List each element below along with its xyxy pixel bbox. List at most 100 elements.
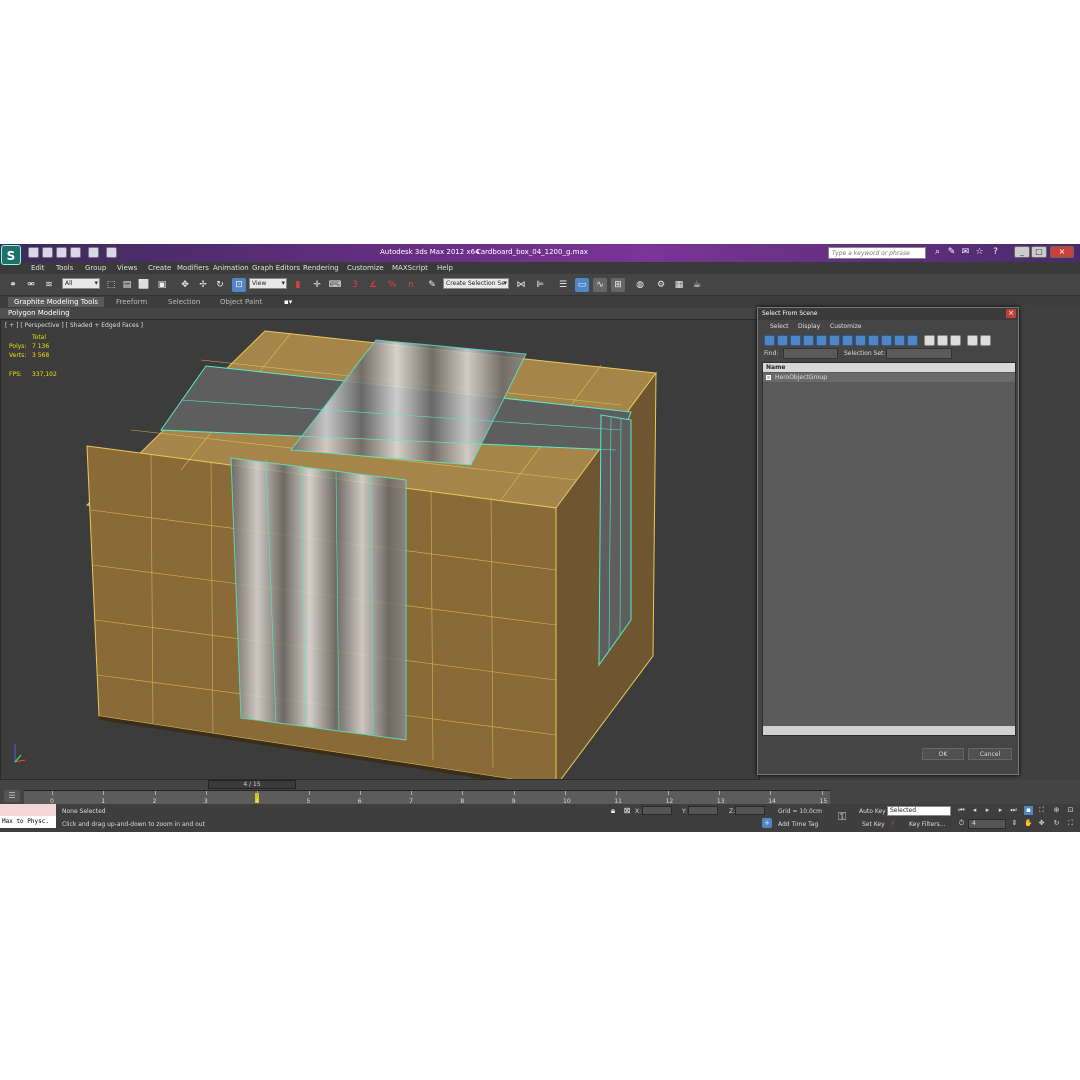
- default-tangent-icon[interactable]: √: [888, 818, 898, 828]
- key-mode-toggle-icon[interactable]: ▪: [1024, 806, 1033, 815]
- ribbon-options-icon[interactable]: ▪▾: [278, 297, 298, 307]
- select-all-icon[interactable]: [924, 335, 935, 346]
- snaps-toggle-icon[interactable]: 3: [348, 278, 362, 292]
- menu-customize[interactable]: Customize: [347, 264, 384, 272]
- menu-views[interactable]: Views: [117, 264, 137, 272]
- curve-editor-icon[interactable]: ∿: [593, 278, 607, 292]
- absolute-mode-icon[interactable]: ⊠: [620, 804, 634, 818]
- new-file-icon[interactable]: [28, 247, 39, 258]
- filter-options-icon[interactable]: [980, 335, 991, 346]
- percent-snap-icon[interactable]: %: [385, 278, 399, 292]
- scene-object-list[interactable]: Name HeroObjectGroup: [762, 362, 1016, 736]
- maxscript-listener-top[interactable]: [0, 804, 56, 816]
- time-slider[interactable]: 4 / 15: [208, 780, 296, 789]
- menu-help[interactable]: Help: [437, 264, 453, 272]
- render-setup-icon[interactable]: ⚙: [654, 278, 668, 292]
- current-frame-field[interactable]: 4: [968, 819, 1006, 829]
- app-logo-icon[interactable]: S: [1, 245, 21, 265]
- select-object-icon[interactable]: ⬚: [104, 278, 118, 292]
- menu-edit[interactable]: Edit: [31, 264, 45, 272]
- mirror-icon[interactable]: ⋈: [514, 278, 528, 292]
- cancel-button[interactable]: Cancel: [968, 748, 1012, 760]
- menu-create[interactable]: Create: [148, 264, 171, 272]
- filter-groups-icon[interactable]: [842, 335, 853, 346]
- filter-xrefs-icon[interactable]: [855, 335, 866, 346]
- viewport-label[interactable]: [ + ] [ Perspective ] [ Shaded + Edged F…: [5, 322, 143, 329]
- unlink-icon[interactable]: ⚮: [24, 278, 38, 292]
- align-icon[interactable]: ⊫: [533, 278, 547, 292]
- orbit-icon[interactable]: ↻: [1052, 819, 1061, 828]
- redo-icon[interactable]: [88, 247, 99, 258]
- open-file-icon[interactable]: [42, 247, 53, 258]
- tab-freeform[interactable]: Freeform: [110, 297, 153, 307]
- set-key-button[interactable]: Set Key: [862, 821, 885, 828]
- undo-icon[interactable]: [70, 247, 81, 258]
- goto-end-icon[interactable]: ⏭: [1009, 806, 1018, 815]
- pan-icon[interactable]: ✋: [1024, 819, 1033, 828]
- selection-region-icon[interactable]: ⬜: [137, 278, 151, 292]
- subscription-icon[interactable]: ✎: [946, 247, 957, 258]
- rendered-frame-icon[interactable]: ▦: [672, 278, 686, 292]
- menu-animation[interactable]: Animation: [213, 264, 249, 272]
- list-item[interactable]: HeroObjectGroup: [763, 373, 1015, 382]
- maximize-viewport-icon[interactable]: ⛶: [1066, 819, 1075, 828]
- y-coordinate-field[interactable]: [688, 806, 718, 815]
- menu-maxscript[interactable]: MAXScript: [392, 264, 428, 272]
- filter-geometry-icon[interactable]: [764, 335, 775, 346]
- graphite-toggle-icon[interactable]: ▭: [575, 278, 589, 292]
- maxscript-mini-listener[interactable]: Max to Physc.: [0, 816, 56, 828]
- render-teapot-icon[interactable]: ☕: [690, 278, 704, 292]
- communication-icon[interactable]: ✉: [960, 247, 971, 258]
- filter-frozen-icon[interactable]: [894, 335, 905, 346]
- dialog-menu-select[interactable]: Select: [770, 323, 789, 330]
- menu-rendering[interactable]: Rendering: [303, 264, 339, 272]
- select-invert-icon[interactable]: [950, 335, 961, 346]
- dialog-close-button[interactable]: ×: [1006, 309, 1016, 318]
- zoom-region-icon[interactable]: ⊕: [1052, 806, 1061, 815]
- spinner-snap-icon[interactable]: n: [404, 278, 418, 292]
- close-button[interactable]: ×: [1050, 246, 1074, 258]
- walkthrough-icon[interactable]: ✥: [1037, 819, 1046, 828]
- select-rotate-icon[interactable]: ↻: [213, 278, 227, 292]
- filter-shapes-icon[interactable]: [777, 335, 788, 346]
- schematic-view-icon[interactable]: ⊞: [611, 278, 625, 292]
- material-editor-icon[interactable]: ◍: [633, 278, 647, 292]
- edit-named-selection-icon[interactable]: ✎: [425, 278, 439, 292]
- timeline-mini-curve-icon[interactable]: ☰: [4, 790, 20, 802]
- named-selection-dropdown[interactable]: Create Selection Se: [443, 278, 509, 289]
- dialog-menu-customize[interactable]: Customize: [830, 323, 862, 330]
- auto-key-button[interactable]: Auto Key: [859, 808, 886, 815]
- add-time-tag[interactable]: Add Time Tag: [778, 821, 818, 828]
- select-by-name-icon[interactable]: ▤: [120, 278, 134, 292]
- reference-coordinate-dropdown[interactable]: View: [249, 278, 287, 289]
- tab-selection[interactable]: Selection: [162, 297, 206, 307]
- menu-group[interactable]: Group: [85, 264, 106, 272]
- selection-set-dropdown[interactable]: [886, 348, 952, 359]
- select-move-icon-2[interactable]: ✢: [196, 278, 210, 292]
- search-input[interactable]: Type a keyword or phrase: [828, 247, 926, 259]
- select-move-icon[interactable]: ✥: [178, 278, 192, 292]
- spinner-icon[interactable]: ⇕: [1010, 819, 1019, 828]
- key-icon[interactable]: ⚿: [838, 810, 846, 824]
- menu-tools[interactable]: Tools: [56, 264, 73, 272]
- layer-manager-icon[interactable]: ☰: [556, 278, 570, 292]
- selection-filter-dropdown[interactable]: All: [62, 278, 100, 289]
- link-icon[interactable]: ⚭: [6, 278, 20, 292]
- play-icon[interactable]: ▸: [983, 806, 992, 815]
- filter-helpers-icon[interactable]: [816, 335, 827, 346]
- time-config-icon[interactable]: ⏱: [957, 819, 966, 828]
- maximize-button[interactable]: □: [1031, 246, 1047, 258]
- horizontal-scrollbar[interactable]: [763, 726, 1015, 735]
- z-coordinate-field[interactable]: [735, 806, 765, 815]
- filter-bones-icon[interactable]: [868, 335, 879, 346]
- project-folder-icon[interactable]: [106, 247, 117, 258]
- ok-button[interactable]: OK: [922, 748, 964, 760]
- filter-cameras-icon[interactable]: [803, 335, 814, 346]
- column-header-name[interactable]: Name: [763, 363, 1015, 372]
- keyboard-shortcut-icon[interactable]: ⌨: [328, 278, 342, 292]
- field-of-view-icon[interactable]: ⊡: [1066, 806, 1075, 815]
- save-file-icon[interactable]: [56, 247, 67, 258]
- filter-funnel-icon[interactable]: [967, 335, 978, 346]
- find-input[interactable]: [783, 348, 838, 359]
- favorites-icon[interactable]: ☆: [974, 247, 985, 258]
